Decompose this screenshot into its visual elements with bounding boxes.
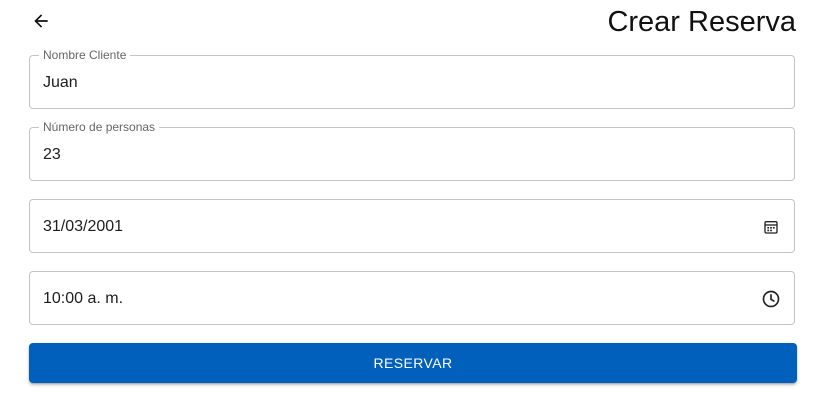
back-button[interactable] [26,6,56,36]
client-name-field[interactable]: Nombre Cliente Juan [29,48,795,110]
reserve-button[interactable]: RESERVAR [29,343,797,383]
client-name-input[interactable]: Juan [43,56,743,110]
page-title: Crear Reserva [607,6,796,38]
date-input[interactable]: 31/03/2001 [43,200,743,254]
time-input[interactable]: 10:00 a. m. [43,272,743,326]
people-count-input[interactable]: 23 [43,128,743,182]
arrow-left-icon [34,14,48,28]
people-count-field[interactable]: Número de personas 23 [29,120,795,182]
date-field[interactable]: 31/03/2001 [29,199,795,253]
time-field[interactable]: 10:00 a. m. [29,271,795,325]
clock-icon[interactable] [760,288,782,310]
calendar-icon[interactable] [760,216,782,238]
